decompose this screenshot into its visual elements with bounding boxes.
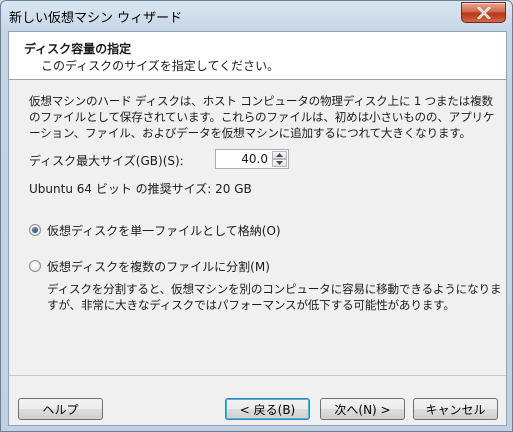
close-button[interactable] <box>461 2 506 23</box>
window-title: 新しい仮想マシン ウィザード <box>9 11 183 26</box>
page-title: ディスク容量の指定 <box>24 42 132 56</box>
help-button[interactable]: ヘルプ <box>18 398 103 420</box>
cancel-button[interactable]: キャンセル <box>413 398 498 420</box>
title-bar[interactable]: 新しい仮想マシン ウィザード <box>1 1 512 31</box>
disk-description: 仮想マシンのハード ディスクは、ホスト コンピュータの物理ディスク上に 1 つま… <box>29 94 495 140</box>
wizard-window: 新しい仮想マシン ウィザード ディスク容量の指定 このディスクのサイズを指定して… <box>0 0 513 432</box>
disk-size-spinner <box>272 151 287 167</box>
spin-down-button[interactable] <box>272 159 287 167</box>
back-button[interactable]: < 戻る(B) <box>225 398 310 420</box>
page-subtitle: このディスクのサイズを指定してください。 <box>41 59 280 73</box>
recommended-size: Ubuntu 64 ビット の推奨サイズ: 20 GB <box>29 182 252 196</box>
disk-size-value: 40.0 <box>241 152 268 166</box>
split-files-option[interactable]: 仮想ディスクを複数のファイルに分割(M) <box>29 258 270 274</box>
button-bar: ヘルプ < 戻る(B) 次へ(N) > キャンセル <box>9 375 506 426</box>
close-icon <box>476 6 491 19</box>
next-button[interactable]: 次へ(N) > <box>320 398 405 420</box>
split-files-label[interactable]: 仮想ディスクを複数のファイルに分割(M) <box>47 258 270 275</box>
disk-size-input[interactable]: 40.0 <box>215 149 289 169</box>
single-file-option[interactable]: 仮想ディスクを単一ファイルとして格納(O) <box>29 222 281 238</box>
wizard-header: ディスク容量の指定 このディスクのサイズを指定してください。 <box>9 32 506 80</box>
split-files-radio[interactable] <box>29 260 41 272</box>
disk-size-label: ディスク最大サイズ(GB)(S): <box>29 154 184 168</box>
single-file-radio[interactable] <box>29 224 41 236</box>
single-file-label[interactable]: 仮想ディスクを単一ファイルとして格納(O) <box>47 222 281 239</box>
spin-down-icon <box>276 161 283 165</box>
spin-up-icon <box>276 153 283 157</box>
split-description: ディスクを分割すると、仮想マシンを別のコンピュータに容易に移動できるようになりま… <box>47 282 502 312</box>
wizard-body: ディスク容量の指定 このディスクのサイズを指定してください。 仮想マシンのハード… <box>8 31 507 426</box>
spin-up-button[interactable] <box>272 151 287 159</box>
